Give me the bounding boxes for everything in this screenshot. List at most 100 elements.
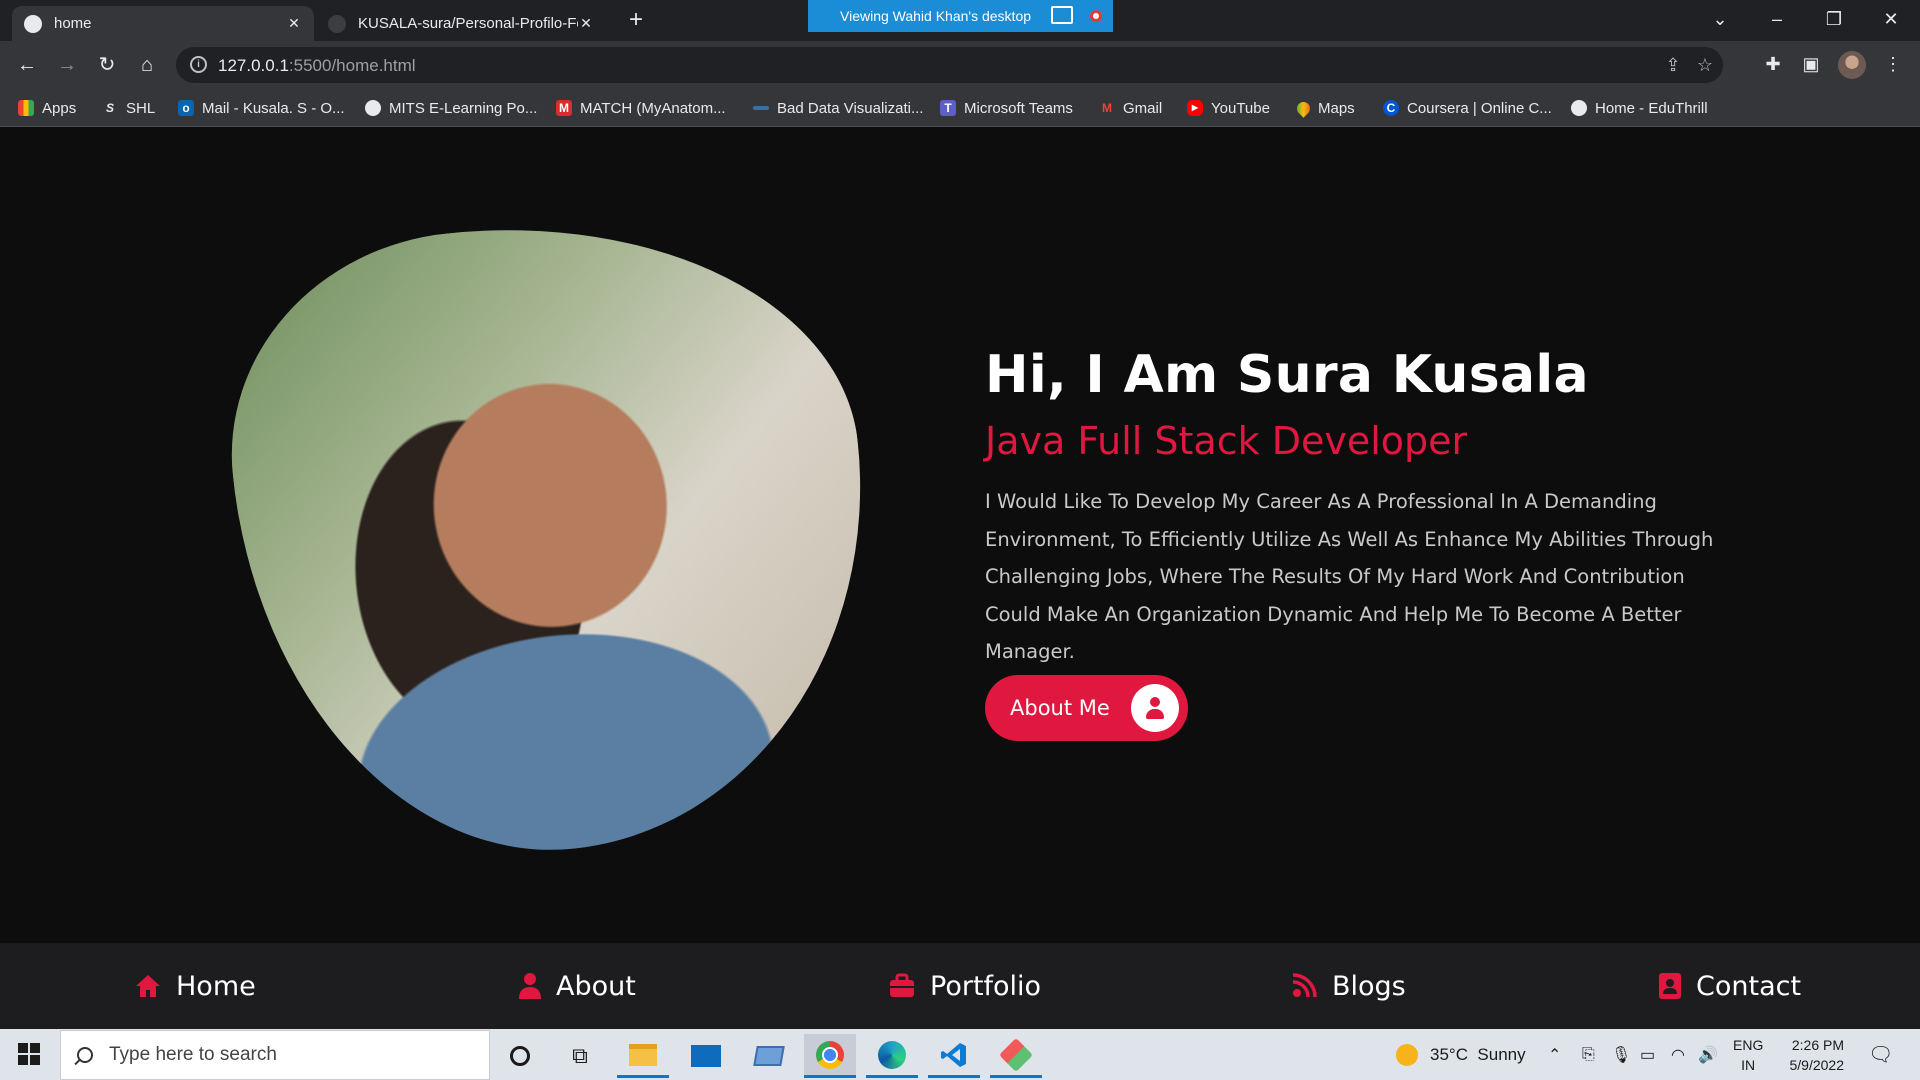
bookmark-maps[interactable]: Maps	[1294, 97, 1355, 119]
eduthrill-icon	[1571, 100, 1587, 116]
task-view-icon[interactable]: ⧉	[554, 1034, 606, 1078]
blog-icon	[1290, 972, 1318, 1000]
github-icon	[328, 14, 346, 33]
bookmark-label: Coursera | Online C...	[1407, 99, 1552, 117]
search-icon	[77, 1047, 93, 1063]
weather-text: 35°C Sunny	[1430, 1044, 1526, 1064]
close-icon[interactable]: ✕	[578, 15, 594, 32]
bookmark-teams[interactable]: T Microsoft Teams	[940, 97, 1073, 119]
globe-icon	[365, 100, 381, 116]
bookmark-outlook[interactable]: o Mail - Kusala. S - O...	[178, 97, 345, 119]
reload-button[interactable]: ↻	[93, 51, 121, 79]
language-indicator[interactable]: ENG IN	[1733, 1029, 1763, 1080]
nav-contact[interactable]: Contact	[1658, 968, 1801, 1004]
bookmark-match[interactable]: M MATCH (MyAnatom...	[556, 97, 726, 119]
chrome-icon[interactable]	[804, 1034, 856, 1078]
match-icon: M	[556, 100, 572, 116]
tab-github[interactable]: KUSALA-sura/Personal-Profilo-Fo ✕	[316, 6, 606, 41]
restore-button[interactable]: ❐	[1814, 6, 1854, 32]
screen-share-banner: Viewing Wahid Khan's desktop	[808, 0, 1113, 32]
outlook-icon: o	[178, 100, 194, 116]
sun-icon	[1396, 1043, 1418, 1066]
nav-home[interactable]: Home	[134, 968, 256, 1004]
volume-icon[interactable]: 🔊	[1698, 1029, 1718, 1080]
bookmark-gmail[interactable]: M Gmail	[1099, 97, 1162, 119]
bookmark-label: Maps	[1318, 99, 1355, 117]
apps-grid-icon	[18, 100, 34, 116]
minimize-button[interactable]: –	[1757, 6, 1797, 32]
bookmark-shl[interactable]: S SHL	[102, 97, 155, 119]
language-code: ENG	[1733, 1036, 1764, 1053]
gmail-icon: M	[1102, 101, 1112, 115]
close-icon[interactable]: ✕	[286, 15, 302, 32]
tab-home[interactable]: home ✕	[12, 6, 314, 41]
nav-about[interactable]: About	[518, 968, 636, 1004]
new-tab-button[interactable]: +	[622, 6, 650, 34]
mail-icon[interactable]	[680, 1034, 732, 1078]
forward-button[interactable]: →	[53, 51, 81, 79]
git-app-icon[interactable]	[990, 1034, 1042, 1078]
hero-title: Hi, I Am Sura Kusala	[985, 345, 1589, 405]
address-bar[interactable]: i 127.0.0.1:5500/home.html ⇪ ☆	[176, 47, 1723, 83]
url-path: :5500/home.html	[288, 56, 416, 75]
weather-widget[interactable]: 35°C Sunny	[1396, 1029, 1526, 1080]
tab-search-icon[interactable]: ⌄	[1700, 6, 1740, 32]
battery-icon[interactable]: ▭	[1640, 1029, 1655, 1080]
region-code: IN	[1741, 1056, 1756, 1073]
vscode-icon[interactable]	[928, 1034, 980, 1078]
edge-icon[interactable]	[866, 1034, 918, 1078]
windows-taskbar: Type here to search ⧉ 35°C Sunny ⌃ ⎘ 🎙 ▭…	[0, 1029, 1920, 1080]
nav-blogs[interactable]: Blogs	[1290, 968, 1406, 1004]
bookmark-youtube[interactable]: ▶ YouTube	[1187, 97, 1270, 119]
bottom-navigation: Home About Portfolio Blogs Contact	[0, 943, 1920, 1029]
about-me-button[interactable]: About Me	[985, 675, 1188, 741]
tab-title: home	[54, 15, 92, 32]
show-hidden-icons[interactable]: ⌃	[1548, 1029, 1561, 1080]
nav-label: Home	[176, 970, 256, 1002]
close-window-button[interactable]: ✕	[1871, 6, 1911, 32]
notifications-icon[interactable]: 🗨	[1868, 1029, 1893, 1080]
teams-icon: T	[940, 100, 956, 116]
tab-strip: home ✕ KUSALA-sura/Personal-Profilo-Fo ✕…	[0, 0, 1920, 41]
bookmark-label: Microsoft Teams	[964, 99, 1073, 117]
side-panel-icon[interactable]: ▣	[1798, 51, 1824, 77]
page-content: Hi, I Am Sura Kusala Java Full Stack Dev…	[0, 127, 1920, 943]
nav-label: Blogs	[1332, 970, 1406, 1002]
back-button[interactable]: ←	[13, 51, 41, 79]
microphone-icon[interactable]: 🎙	[1611, 1029, 1631, 1080]
laptop-app-icon[interactable]	[743, 1034, 795, 1078]
globe-icon	[24, 14, 42, 33]
device-icon[interactable]: ⎘	[1582, 1029, 1595, 1080]
bookmark-label: YouTube	[1211, 99, 1270, 117]
record-icon[interactable]	[1090, 10, 1102, 22]
profile-photo	[210, 193, 897, 880]
bookmark-apps[interactable]: Apps	[18, 97, 76, 119]
wifi-icon[interactable]: ◠	[1671, 1029, 1685, 1080]
extensions-icon[interactable]: ✚	[1760, 51, 1786, 77]
bookmark-bad-data[interactable]: Bad Data Visualizati...	[753, 97, 923, 119]
site-info-icon[interactable]: i	[190, 56, 207, 73]
search-placeholder: Type here to search	[109, 1044, 277, 1065]
file-explorer-icon[interactable]	[617, 1034, 669, 1078]
bookmark-label: Home - EduThrill	[1595, 99, 1708, 117]
screen-share-icon[interactable]	[1051, 6, 1073, 24]
cortana-icon[interactable]	[494, 1034, 546, 1078]
url-text[interactable]: 127.0.0.1:5500/home.html	[218, 56, 416, 76]
bookmark-label: Apps	[42, 99, 77, 117]
home-button[interactable]: ⌂	[133, 51, 161, 79]
bookmark-mits[interactable]: MITS E-Learning Po...	[365, 97, 537, 119]
clock[interactable]: 2:26 PM 5/9/2022	[1780, 1029, 1845, 1080]
nav-label: Portfolio	[930, 970, 1042, 1002]
profile-avatar[interactable]	[1838, 51, 1866, 79]
hero-subtitle: Java Full Stack Developer	[985, 419, 1468, 463]
bookmark-coursera[interactable]: C Coursera | Online C...	[1383, 97, 1552, 119]
bookmark-eduthrill[interactable]: Home - EduThrill	[1571, 97, 1708, 119]
bookmark-star-icon[interactable]: ☆	[1694, 55, 1716, 77]
menu-kebab-icon[interactable]: ⋮	[1880, 51, 1906, 77]
windows-start-icon[interactable]	[18, 1043, 40, 1065]
hero-description: I Would Like To Develop My Career As A P…	[985, 490, 1714, 663]
about-me-label: About Me	[1010, 696, 1110, 720]
nav-portfolio[interactable]: Portfolio	[888, 968, 1041, 1004]
share-icon[interactable]: ⇪	[1662, 55, 1684, 77]
taskbar-search[interactable]: Type here to search	[60, 1030, 490, 1080]
